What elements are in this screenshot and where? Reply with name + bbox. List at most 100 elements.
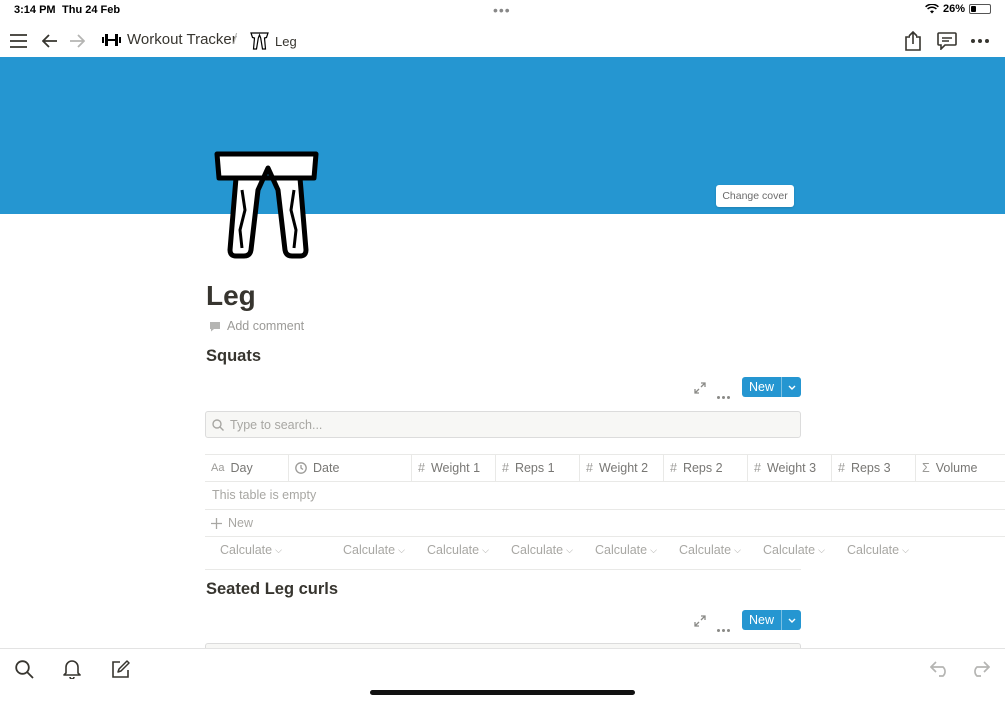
breadcrumb-label: Workout Tracker (127, 31, 237, 48)
chevron-down-icon[interactable] (781, 377, 801, 397)
new-row-label: New (228, 516, 254, 530)
search-placeholder: Type to search... (230, 417, 323, 432)
column-label: Reps 3 (850, 461, 891, 475)
legs-icon (250, 32, 269, 50)
new-label: New (748, 613, 774, 627)
multitasking-dots[interactable]: ••• (493, 2, 511, 18)
more-icon[interactable] (717, 619, 730, 637)
new-entry-button[interactable]: New (742, 377, 801, 397)
chevron-down-icon: ⌵ (734, 544, 741, 555)
more-icon[interactable] (967, 28, 993, 54)
top-nav: Workout Tracker / Leg (0, 24, 1005, 57)
status-time: 3:14 PM (14, 4, 56, 16)
search-icon (212, 418, 224, 431)
add-comment-label: Add comment (227, 319, 305, 333)
calculate-dropdown-weight-2[interactable]: Calculate ⌵ (595, 543, 657, 557)
redo-icon[interactable] (968, 657, 992, 681)
calculate-dropdown-weight-1[interactable]: Calculate ⌵ (427, 543, 489, 557)
column-header-date[interactable]: Date (289, 455, 412, 481)
more-icon[interactable] (717, 386, 730, 404)
database-toolbar: New (690, 610, 801, 632)
clock-icon (295, 462, 307, 474)
column-label: Reps 1 (514, 461, 555, 475)
add-comment-button[interactable]: Add comment (209, 319, 304, 333)
column-label: Day (230, 461, 253, 475)
breadcrumb-workout-tracker[interactable]: Workout Tracker (102, 31, 237, 48)
hash-icon: # (586, 461, 593, 475)
comment-icon (210, 321, 220, 331)
calculate-dropdown-weight-3[interactable]: Calculate ⌵ (763, 543, 825, 557)
hamburger-icon[interactable] (5, 28, 31, 54)
column-label: Volume (935, 461, 978, 475)
hash-icon: # (838, 461, 845, 475)
hash-icon: # (754, 461, 761, 475)
text-aa-icon: Aa (211, 462, 225, 474)
expand-icon[interactable] (694, 381, 706, 399)
plus-icon (211, 517, 222, 529)
hash-icon: # (670, 461, 677, 475)
new-label: New (748, 380, 774, 394)
chevron-down-icon: ⌵ (275, 544, 282, 555)
comment-icon[interactable] (934, 28, 960, 54)
chevron-down-icon: ⌵ (650, 544, 657, 555)
column-header-day[interactable]: Aa Day (205, 455, 289, 481)
new-entry-button[interactable]: New (742, 610, 801, 630)
page-title[interactable]: Leg (206, 280, 256, 312)
status-date: Thu 24 Feb (62, 4, 121, 16)
column-header-volume[interactable]: Σ Volume (916, 455, 1005, 481)
chevron-down-icon: ⌵ (902, 544, 909, 555)
share-icon[interactable] (900, 28, 926, 54)
wifi-icon (925, 4, 939, 14)
new-page-icon[interactable] (108, 657, 132, 681)
table-header: Aa Day Date # Weight 1 # Reps 1 # Weight… (205, 454, 1005, 482)
bell-icon[interactable] (60, 657, 84, 681)
database-title-seated-leg-curls[interactable]: Seated Leg curls (206, 580, 338, 599)
calculate-dropdown-reps-2[interactable]: Calculate ⌵ (679, 543, 741, 557)
home-indicator[interactable] (370, 690, 635, 695)
column-label: Weight 3 (766, 461, 817, 475)
add-row-button[interactable]: New (205, 510, 1005, 537)
change-cover-button[interactable]: Change cover (716, 185, 794, 207)
calculate-row: Calculate ⌵ Calculate ⌵ Calculate ⌵ Calcula… (205, 537, 909, 570)
search-icon[interactable] (12, 657, 36, 681)
chevron-down-icon[interactable] (781, 610, 801, 630)
chevron-down-icon: ⌵ (398, 544, 405, 555)
status-right: 26% (925, 3, 991, 15)
calculate-dropdown-reps-3[interactable]: Calculate ⌵ (847, 543, 909, 557)
dumbbell-icon (102, 33, 121, 46)
column-header-reps-1[interactable]: # Reps 1 (496, 455, 580, 481)
battery-percent: 26% (942, 3, 965, 15)
column-header-reps-2[interactable]: # Reps 2 (664, 455, 748, 481)
battery-icon (969, 4, 991, 14)
column-label: Reps 2 (682, 461, 723, 475)
search-input[interactable]: Type to search... (205, 411, 801, 438)
column-header-weight-3[interactable]: # Weight 3 (748, 455, 832, 481)
database-title-squats[interactable]: Squats (206, 347, 261, 366)
database-toolbar: New (690, 377, 801, 399)
breadcrumb-separator: / (233, 31, 238, 48)
legs-icon[interactable] (212, 150, 322, 262)
chevron-down-icon: ⌵ (818, 544, 825, 555)
page-cover (0, 57, 1005, 214)
column-header-weight-2[interactable]: # Weight 2 (580, 455, 664, 481)
column-label: Date (313, 461, 340, 475)
column-header-weight-1[interactable]: # Weight 1 (412, 455, 496, 481)
arrow-left-icon[interactable] (37, 28, 63, 54)
breadcrumb-leg[interactable]: Leg (250, 32, 297, 50)
chevron-down-icon: ⌵ (482, 544, 489, 555)
arrow-right-icon[interactable] (64, 28, 90, 54)
chevron-down-icon: ⌵ (566, 544, 573, 555)
expand-icon[interactable] (694, 614, 706, 632)
sigma-icon: Σ (922, 461, 930, 475)
calculate-dropdown-reps-1[interactable]: Calculate ⌵ (511, 543, 573, 557)
hash-icon: # (502, 461, 509, 475)
breadcrumb-label: Leg (275, 33, 297, 49)
undo-icon[interactable] (928, 657, 952, 681)
column-label: Weight 1 (430, 461, 481, 475)
table-empty-message: This table is empty (205, 482, 1005, 510)
calculate-dropdown-day[interactable]: Calculate ⌵ (220, 543, 282, 557)
calculate-dropdown-date[interactable]: Calculate ⌵ (343, 543, 405, 557)
column-label: Weight 2 (598, 461, 649, 475)
hash-icon: # (418, 461, 425, 475)
column-header-reps-3[interactable]: # Reps 3 (832, 455, 916, 481)
